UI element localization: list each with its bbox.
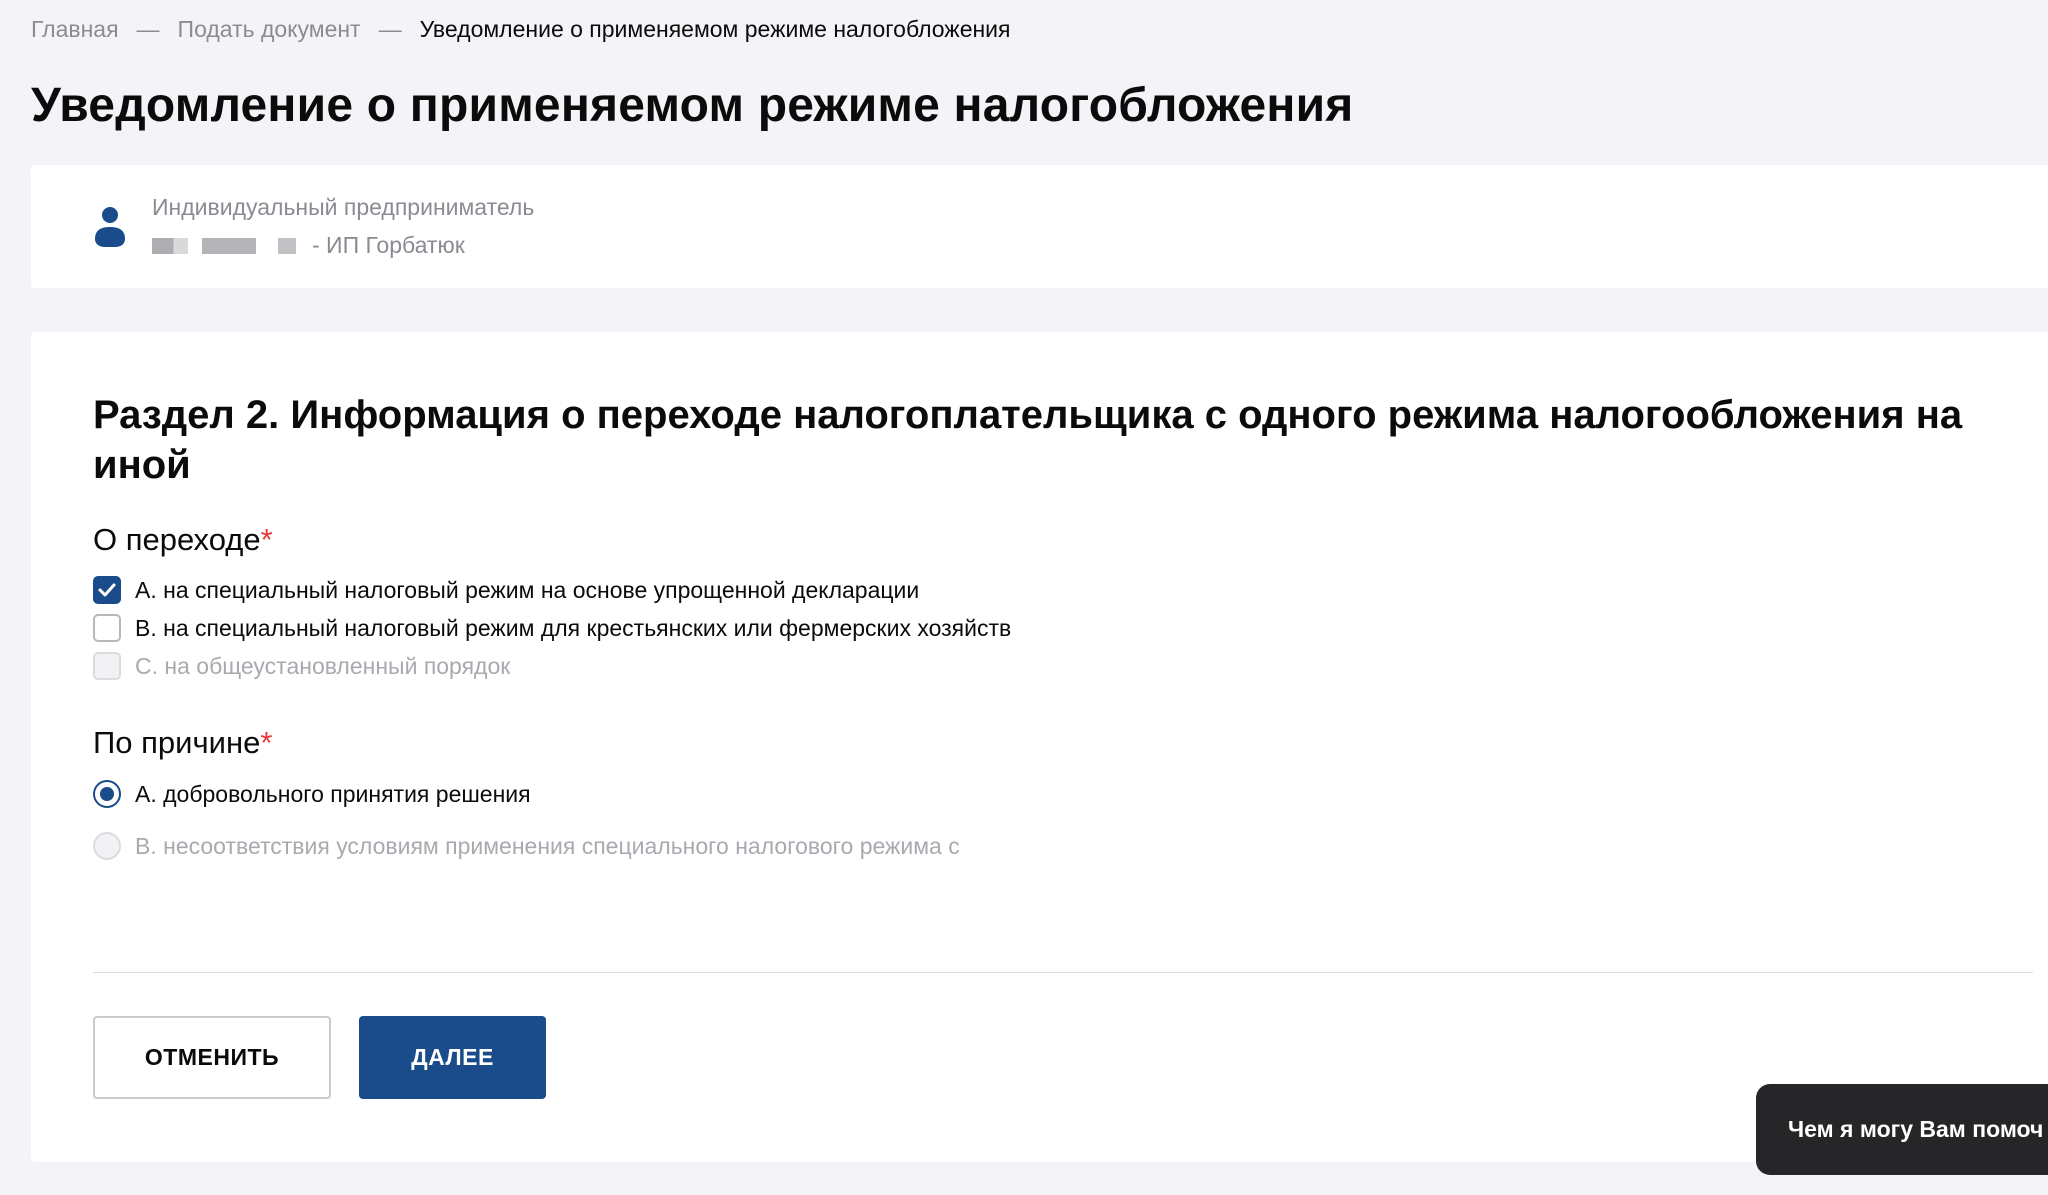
redacted-block [202,237,256,254]
checkbox-disabled [93,652,121,680]
taxpayer-identity: - ИП Горбатюк [152,232,465,259]
section-2-form: Раздел 2. Информация о переходе налогопл… [31,332,2048,1162]
cancel-button[interactable]: ОТМЕНИТЬ [93,1016,331,1099]
redacted-block [152,237,188,254]
checkbox-checked[interactable] [93,576,121,604]
taxpayer-name: - ИП Горбатюк [312,232,465,258]
breadcrumb-separator: — [136,16,160,42]
required-mark: * [260,725,273,760]
transition-option-b-label: В. на специальный налоговый режим для кр… [135,614,1012,641]
transition-option-c-label: С. на общеустановленный порядок [135,652,511,679]
transition-group-label: О переходе* [93,522,273,558]
transition-option-a[interactable]: А. на специальный налоговый режим на осн… [93,576,919,604]
redacted-block [278,237,296,254]
check-icon [98,583,116,597]
checkbox-unchecked[interactable] [93,614,121,642]
transition-option-b[interactable]: В. на специальный налоговый режим для кр… [93,614,1011,642]
breadcrumb-submit-document-link[interactable]: Подать документ [178,16,361,43]
section-title: Раздел 2. Информация о переходе налогопл… [93,393,1963,487]
taxpayer-type: Индивидуальный предприниматель [152,194,535,220]
reason-label-text: По причине [93,725,261,760]
page-title: Уведомление о применяемом режиме налогоб… [31,79,1354,132]
required-mark: * [260,522,273,557]
breadcrumb-home-link[interactable]: Главная [31,16,119,43]
reason-option-b: В. несоответствия условиям применения сп… [93,832,960,860]
breadcrumb: Главная — Подать документ — Уведомление … [31,16,1011,43]
breadcrumb-current: Уведомление о применяемом режиме налогоб… [419,16,1011,42]
page: Главная — Подать документ — Уведомление … [0,0,2048,1195]
radio-disabled [93,832,121,860]
next-button[interactable]: ДАЛЕЕ [359,1016,546,1099]
reason-option-b-label: В. несоответствия условиям применения сп… [135,832,960,859]
chat-assistant-button[interactable]: Чем я могу Вам помоч [1756,1084,2048,1175]
radio-selected[interactable] [93,780,121,808]
person-icon [95,207,125,247]
taxpayer-card: Индивидуальный предприниматель - ИП Горб… [31,165,2048,288]
transition-option-a-label: А. на специальный налоговый режим на осн… [135,576,920,603]
reason-option-a[interactable]: А. добровольного принятия решения [93,780,531,808]
breadcrumb-separator: — [378,16,402,42]
divider [93,972,2033,973]
transition-option-c: С. на общеустановленный порядок [93,652,510,680]
transition-label-text: О переходе [93,522,261,557]
reason-group-label: По причине* [93,725,272,761]
reason-option-a-label: А. добровольного принятия решения [135,780,531,807]
